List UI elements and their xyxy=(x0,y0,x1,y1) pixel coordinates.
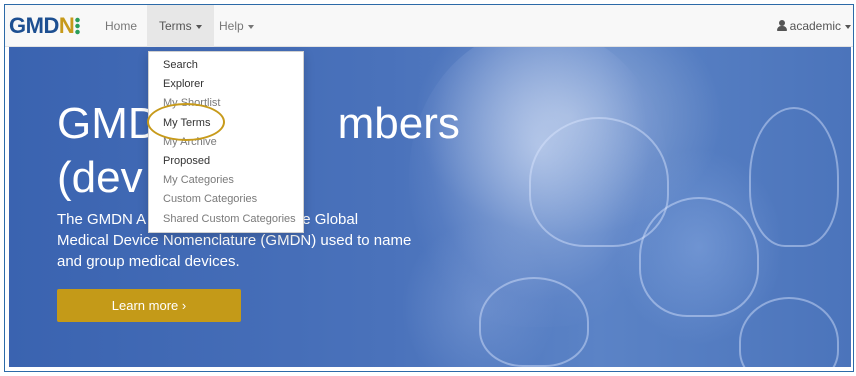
gmdn-logo[interactable]: GMDN xyxy=(9,13,81,39)
nav-home[interactable]: Home xyxy=(93,5,149,47)
user-icon xyxy=(776,20,787,31)
hero-banner: GMD mbers (dev The GMDN Aor the Global Me… xyxy=(9,47,851,367)
user-name: academic xyxy=(789,19,841,33)
nav-terms[interactable]: Terms xyxy=(147,5,214,47)
chevron-down-icon xyxy=(845,24,851,29)
terms-dropdown-menu: Search Explorer My Shortlist My Terms My… xyxy=(148,51,304,233)
logo-text-n: N xyxy=(58,13,75,38)
nav-help[interactable]: Help xyxy=(207,5,266,47)
nav-terms-label: Terms xyxy=(159,19,192,33)
menu-item-custom-categories[interactable]: Custom Categories xyxy=(149,190,303,209)
chevron-down-icon xyxy=(247,24,254,29)
menu-item-proposed[interactable]: Proposed xyxy=(149,152,303,171)
menu-item-search[interactable]: Search xyxy=(149,56,303,75)
browser-frame: GMDN Home Terms Help academic GMD mbers (… xyxy=(4,4,854,372)
brain-scan-decoration xyxy=(639,197,759,317)
chevron-down-icon xyxy=(195,24,202,29)
brain-scan-decoration xyxy=(739,297,839,367)
menu-item-my-categories[interactable]: My Categories xyxy=(149,171,303,190)
menu-item-shared-custom-categories[interactable]: Shared Custom Categories xyxy=(149,210,303,229)
brain-scan-decoration xyxy=(749,107,839,247)
user-menu[interactable]: academic xyxy=(776,5,853,47)
menu-item-my-terms[interactable]: My Terms xyxy=(149,114,303,133)
nav-help-label: Help xyxy=(219,19,244,33)
navbar: GMDN Home Terms Help academic xyxy=(5,5,853,47)
menu-item-my-shortlist[interactable]: My Shortlist xyxy=(149,94,303,113)
learn-more-button[interactable]: Learn more › xyxy=(57,289,241,322)
brain-scan-decoration xyxy=(479,277,589,367)
nav-home-label: Home xyxy=(105,19,138,33)
menu-item-my-archive[interactable]: My Archive xyxy=(149,133,303,152)
logo-dots-icon xyxy=(75,17,81,35)
logo-text: GMD xyxy=(9,13,59,38)
menu-item-explorer[interactable]: Explorer xyxy=(149,75,303,94)
